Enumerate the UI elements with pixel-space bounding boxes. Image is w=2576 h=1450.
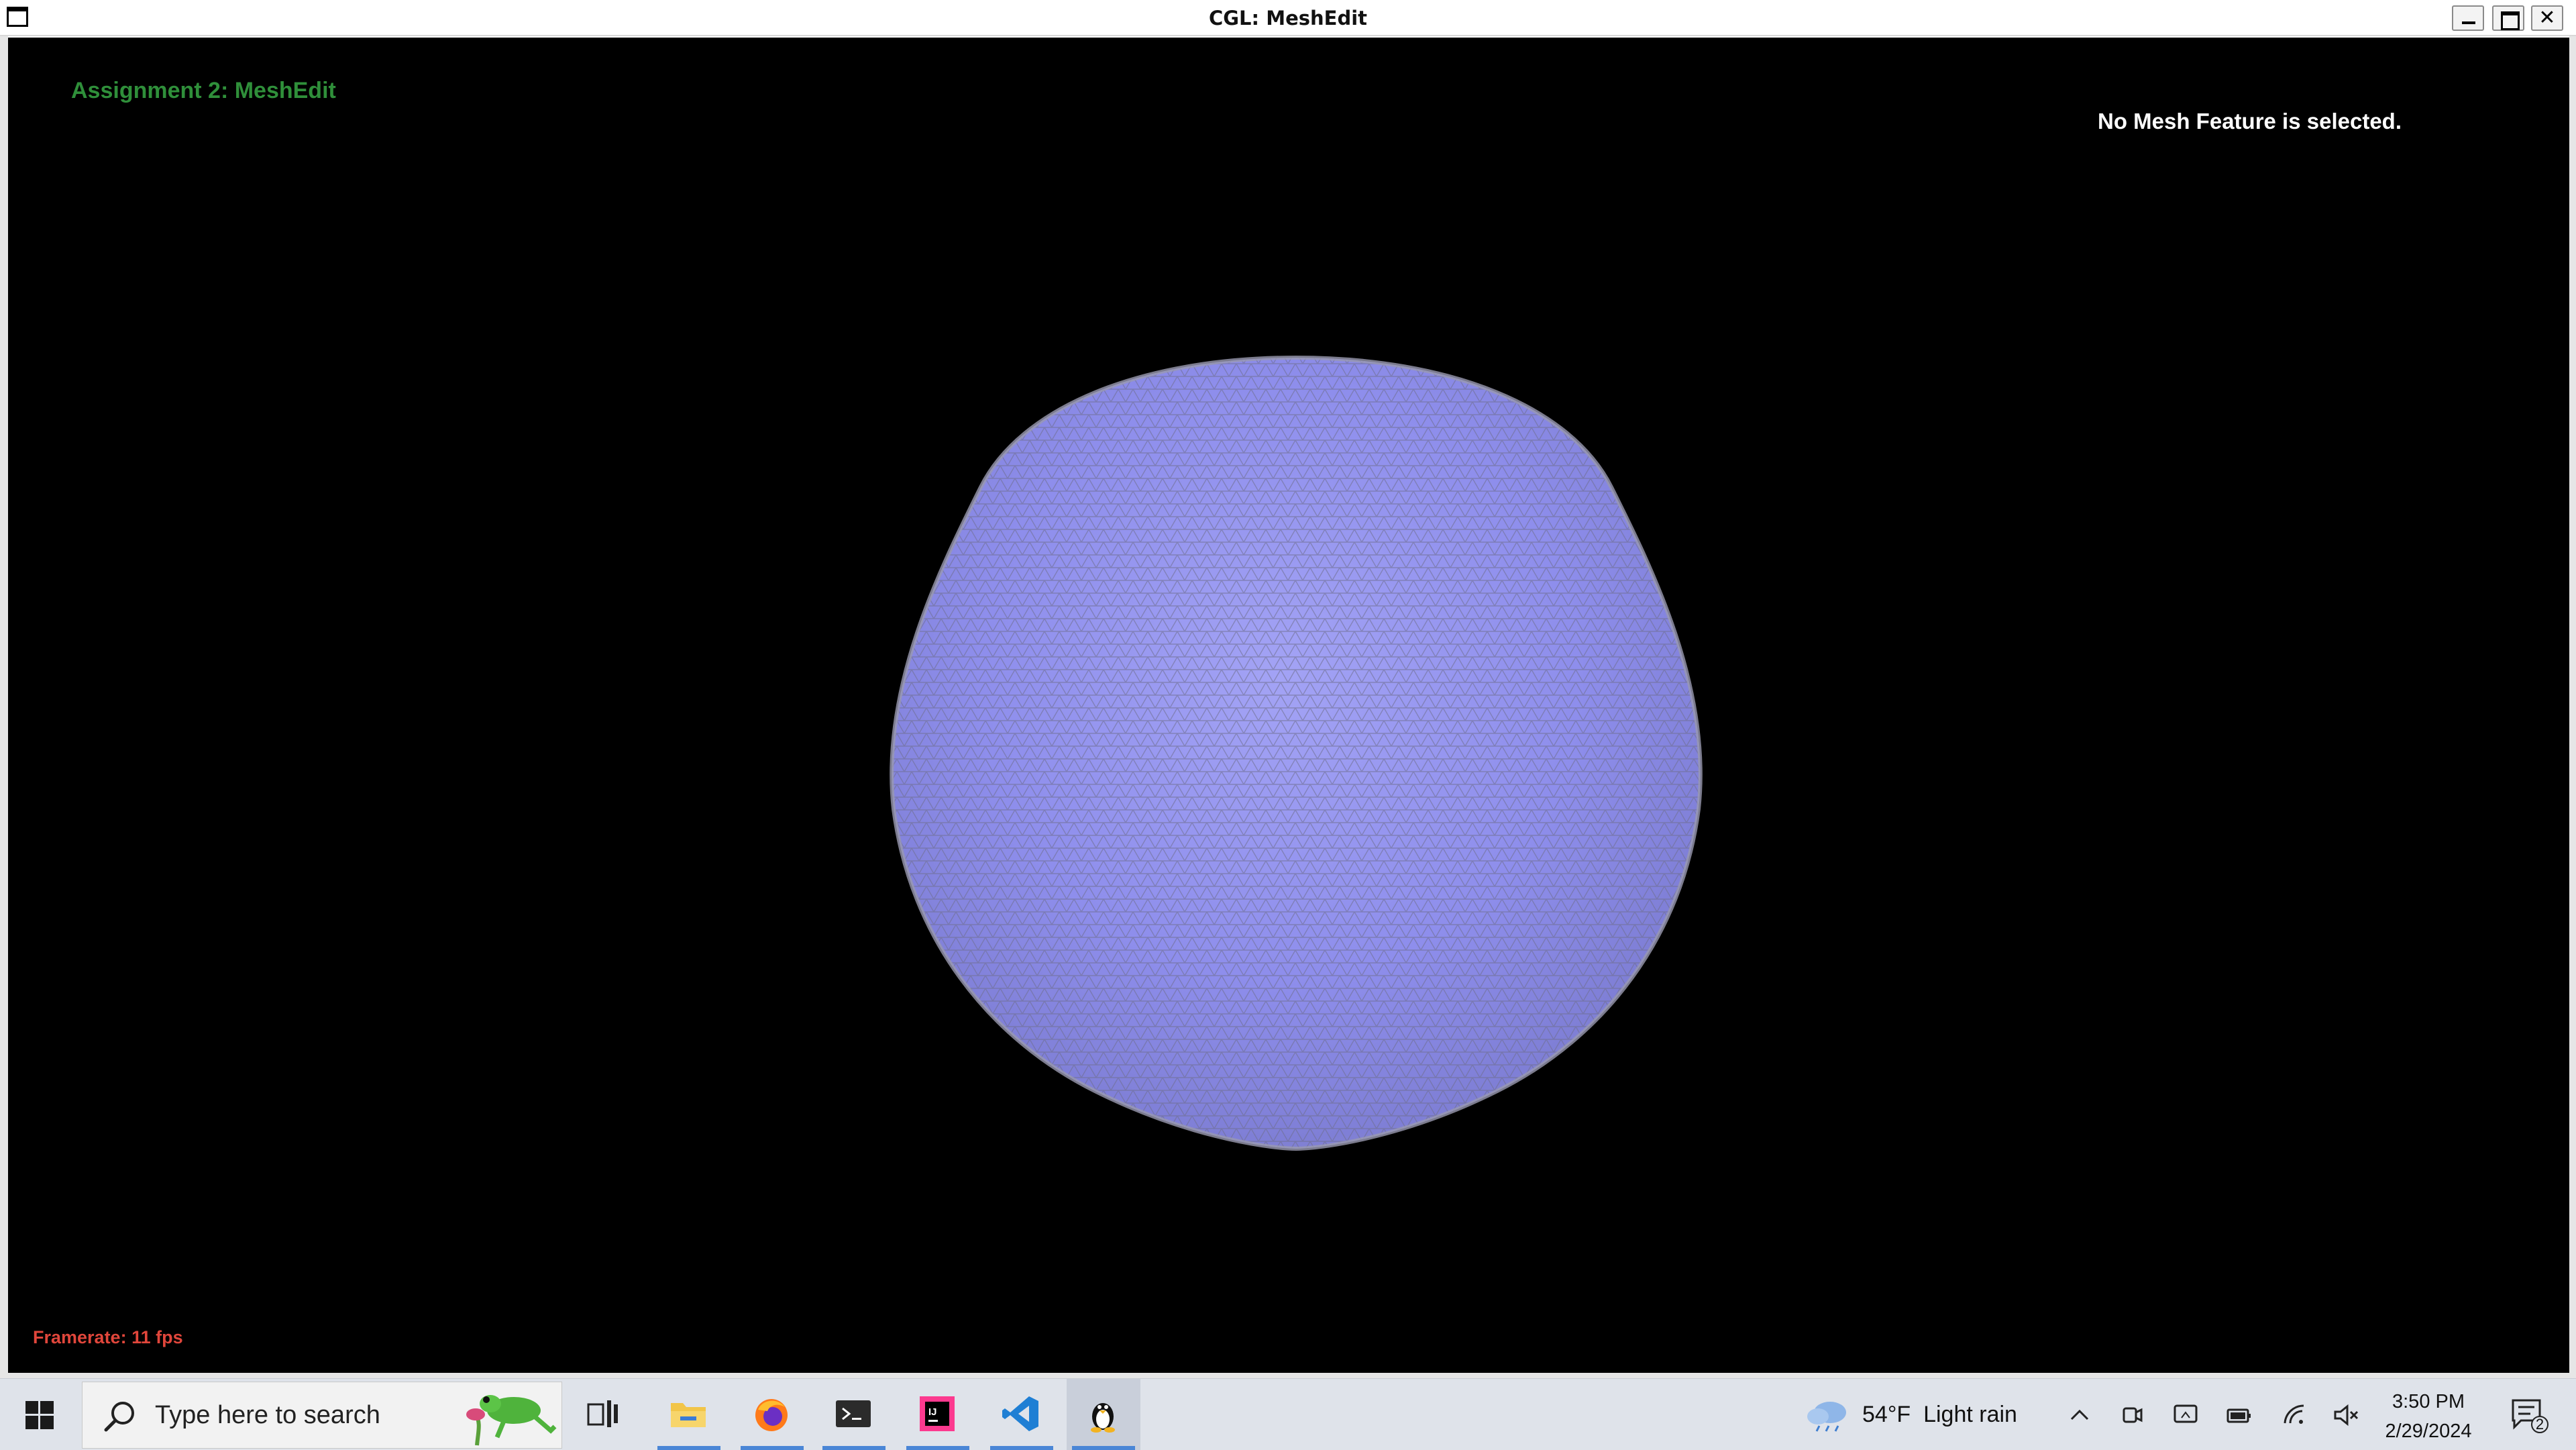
task-view-icon <box>587 1400 618 1427</box>
running-indicator <box>1072 1446 1135 1450</box>
frog-leap-day-icon <box>466 1395 557 1446</box>
clock-time: 3:50 PM <box>2392 1391 2465 1412</box>
minimize-icon <box>2462 21 2475 24</box>
clock-date: 2/29/2024 <box>2385 1420 2472 1442</box>
tux-icon <box>1091 1403 1115 1433</box>
window-title: CGL: MeshEdit <box>1208 7 1368 30</box>
selection-status: No Mesh Feature is selected. <box>2098 109 2402 134</box>
running-indicator <box>657 1446 720 1450</box>
weather-temperature: 54°F <box>1862 1402 1911 1427</box>
firefox-icon <box>755 1399 788 1431</box>
running-indicator <box>741 1446 804 1450</box>
mesh-viewport[interactable]: Assignment 2: MeshEdit No Mesh Feature i… <box>8 38 2569 1373</box>
volume-muted-icon[interactable] <box>2332 1402 2359 1429</box>
window-frame-right <box>2569 36 2576 1376</box>
window-frame-bottom <box>0 1373 2576 1378</box>
running-indicator <box>906 1446 969 1450</box>
vscode-icon <box>1002 1396 1038 1431</box>
sphere-mesh[interactable] <box>860 313 1732 1185</box>
window-frame-left <box>0 36 8 1376</box>
svg-text:IJ: IJ <box>928 1406 937 1418</box>
search-icon <box>104 1402 134 1432</box>
minimize-button[interactable] <box>2452 5 2484 31</box>
notification-center-button[interactable]: 2 <box>2509 1396 2549 1434</box>
terminal-button[interactable] <box>817 1379 891 1450</box>
rain-cloud-icon <box>1807 1402 1846 1432</box>
taskbar-clock[interactable]: 3:50 PM 2/29/2024 <box>2361 1387 2496 1446</box>
intellij-icon: IJ <box>920 1396 955 1431</box>
linux-app-button[interactable] <box>1067 1379 1140 1450</box>
folder-icon <box>671 1403 706 1427</box>
running-indicator <box>990 1446 1053 1450</box>
intellij-button[interactable]: IJ <box>901 1379 975 1450</box>
maximize-icon <box>2501 11 2520 30</box>
meet-now-icon[interactable] <box>2118 1402 2145 1429</box>
assignment-title: Assignment 2: MeshEdit <box>71 78 336 103</box>
framerate-readout: Framerate: 11 fps <box>33 1327 183 1347</box>
notification-count: 2 <box>2535 1416 2544 1433</box>
running-indicator <box>822 1446 885 1450</box>
wifi-icon[interactable] <box>2281 1402 2308 1429</box>
search-placeholder: Type here to search <box>155 1401 380 1429</box>
firefox-button[interactable] <box>735 1379 809 1450</box>
battery-icon[interactable] <box>2225 1402 2252 1429</box>
taskbar: Type here to search IJ 54°F Light rain 3… <box>0 1378 2576 1450</box>
start-button[interactable] <box>0 1379 79 1450</box>
maximize-button[interactable] <box>2492 5 2524 31</box>
display-icon[interactable] <box>2172 1402 2199 1429</box>
vscode-button[interactable] <box>985 1379 1059 1450</box>
windows-start-icon <box>25 1401 54 1429</box>
close-icon: ✕ <box>2538 6 2556 30</box>
taskbar-search-box[interactable]: Type here to search <box>82 1382 562 1449</box>
chevron-up-icon[interactable] <box>2066 1402 2093 1429</box>
close-button[interactable]: ✕ <box>2531 5 2563 31</box>
task-view-button[interactable] <box>567 1379 641 1450</box>
terminal-icon <box>836 1400 871 1427</box>
weather-text: 54°F Light rain <box>1862 1379 2017 1450</box>
weather-condition: Light rain <box>1923 1402 2017 1427</box>
window-titlebar[interactable]: CGL: MeshEdit ✕ <box>0 0 2576 36</box>
file-explorer-button[interactable] <box>652 1379 726 1450</box>
